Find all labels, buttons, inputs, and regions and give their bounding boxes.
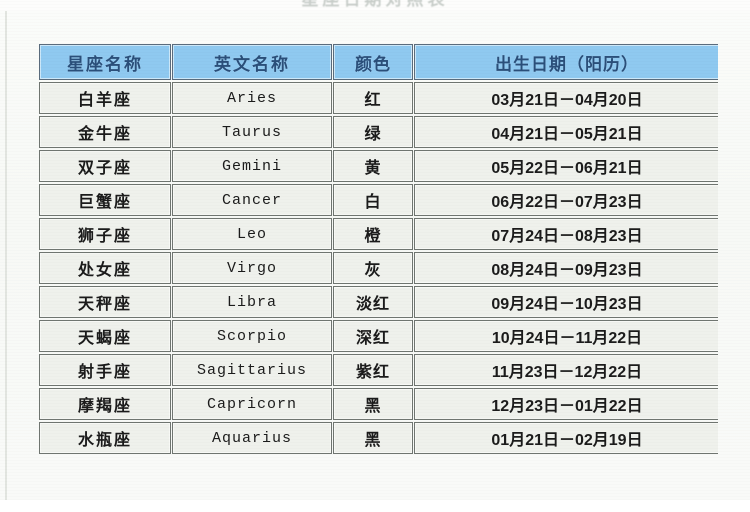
cell-english-name: Libra — [172, 286, 332, 318]
cell-birth-date: 06月22日－07月23日 — [414, 184, 718, 216]
cell-zodiac-name: 处女座 — [39, 252, 171, 284]
cell-english-name: Leo — [172, 218, 332, 250]
cell-color-name: 绿 — [333, 116, 413, 148]
cell-birth-date: 11月23日－12月22日 — [414, 354, 718, 386]
cell-english-name: Aries — [172, 82, 332, 114]
cell-color-name: 白 — [333, 184, 413, 216]
table-row: 射手座 Sagittarius 紫红 11月23日－12月22日 — [39, 354, 718, 386]
cell-english-name: Gemini — [172, 150, 332, 182]
table-row: 天秤座 Libra 淡红 09月24日－10月23日 — [39, 286, 718, 318]
cell-birth-date: 04月21日－05月21日 — [414, 116, 718, 148]
cell-english-name: Cancer — [172, 184, 332, 216]
cell-color-name: 红 — [333, 82, 413, 114]
table-header-row: 星座名称 英文名称 颜色 出生日期（阳历） — [39, 44, 718, 80]
cell-english-name: Aquarius — [172, 422, 332, 454]
cell-color-name: 黑 — [333, 388, 413, 420]
cell-birth-date: 01月21日－02月19日 — [414, 422, 718, 454]
cell-birth-date: 09月24日－10月23日 — [414, 286, 718, 318]
column-header-zodiac-name: 星座名称 — [39, 44, 171, 80]
cell-zodiac-name: 射手座 — [39, 354, 171, 386]
page-title-text: 星座日期对照表 — [0, 0, 750, 10]
table-row: 双子座 Gemini 黄 05月22日－06月21日 — [39, 150, 718, 182]
cell-birth-date: 07月24日－08月23日 — [414, 218, 718, 250]
cell-english-name: Virgo — [172, 252, 332, 284]
column-header-color: 颜色 — [333, 44, 413, 80]
cell-zodiac-name: 巨蟹座 — [39, 184, 171, 216]
table-row: 巨蟹座 Cancer 白 06月22日－07月23日 — [39, 184, 718, 216]
cell-color-name: 深红 — [333, 320, 413, 352]
cell-english-name: Sagittarius — [172, 354, 332, 386]
cell-english-name: Capricorn — [172, 388, 332, 420]
table-row: 狮子座 Leo 橙 07月24日－08月23日 — [39, 218, 718, 250]
cell-color-name: 黄 — [333, 150, 413, 182]
cell-birth-date: 03月21日－04月20日 — [414, 82, 718, 114]
column-header-birth-date: 出生日期（阳历） — [414, 44, 718, 80]
column-header-english-name: 英文名称 — [172, 44, 332, 80]
cell-color-name: 灰 — [333, 252, 413, 284]
cell-color-name: 淡红 — [333, 286, 413, 318]
cell-zodiac-name: 白羊座 — [39, 82, 171, 114]
cell-english-name: Scorpio — [172, 320, 332, 352]
cell-zodiac-name: 水瓶座 — [39, 422, 171, 454]
table-header: 星座名称 英文名称 颜色 出生日期（阳历） — [39, 44, 718, 80]
zodiac-table: 星座名称 英文名称 颜色 出生日期（阳历） 白羊座 Aries 红 03月21日－04… — [38, 42, 718, 456]
table-body: 白羊座 Aries 红 03月21日－04月20日 金牛座 Taurus 绿 04月21日－0… — [39, 82, 718, 454]
cell-zodiac-name: 狮子座 — [39, 218, 171, 250]
zodiac-table-container: 星座名称 英文名称 颜色 出生日期（阳历） 白羊座 Aries 红 03月21日－04… — [38, 42, 718, 512]
cell-zodiac-name: 天秤座 — [39, 286, 171, 318]
cell-birth-date: 08月24日－09月23日 — [414, 252, 718, 284]
cell-zodiac-name: 天蝎座 — [39, 320, 171, 352]
cell-zodiac-name: 摩羯座 — [39, 388, 171, 420]
cell-zodiac-name: 双子座 — [39, 150, 171, 182]
table-row: 金牛座 Taurus 绿 04月21日－05月21日 — [39, 116, 718, 148]
cell-color-name: 紫红 — [333, 354, 413, 386]
table-row: 白羊座 Aries 红 03月21日－04月20日 — [39, 82, 718, 114]
page-title-clipped: 星座日期对照表 — [0, 0, 750, 11]
left-margin-rule — [5, 0, 7, 500]
table-row: 摩羯座 Capricorn 黑 12月23日－01月22日 — [39, 388, 718, 420]
cell-birth-date: 05月22日－06月21日 — [414, 150, 718, 182]
cell-birth-date: 12月23日－01月22日 — [414, 388, 718, 420]
cell-zodiac-name: 金牛座 — [39, 116, 171, 148]
cell-english-name: Taurus — [172, 116, 332, 148]
table-row: 处女座 Virgo 灰 08月24日－09月23日 — [39, 252, 718, 284]
table-row: 天蝎座 Scorpio 深红 10月24日－11月22日 — [39, 320, 718, 352]
cell-birth-date: 10月24日－11月22日 — [414, 320, 718, 352]
table-row: 水瓶座 Aquarius 黑 01月21日－02月19日 — [39, 422, 718, 454]
cell-color-name: 黑 — [333, 422, 413, 454]
cell-color-name: 橙 — [333, 218, 413, 250]
